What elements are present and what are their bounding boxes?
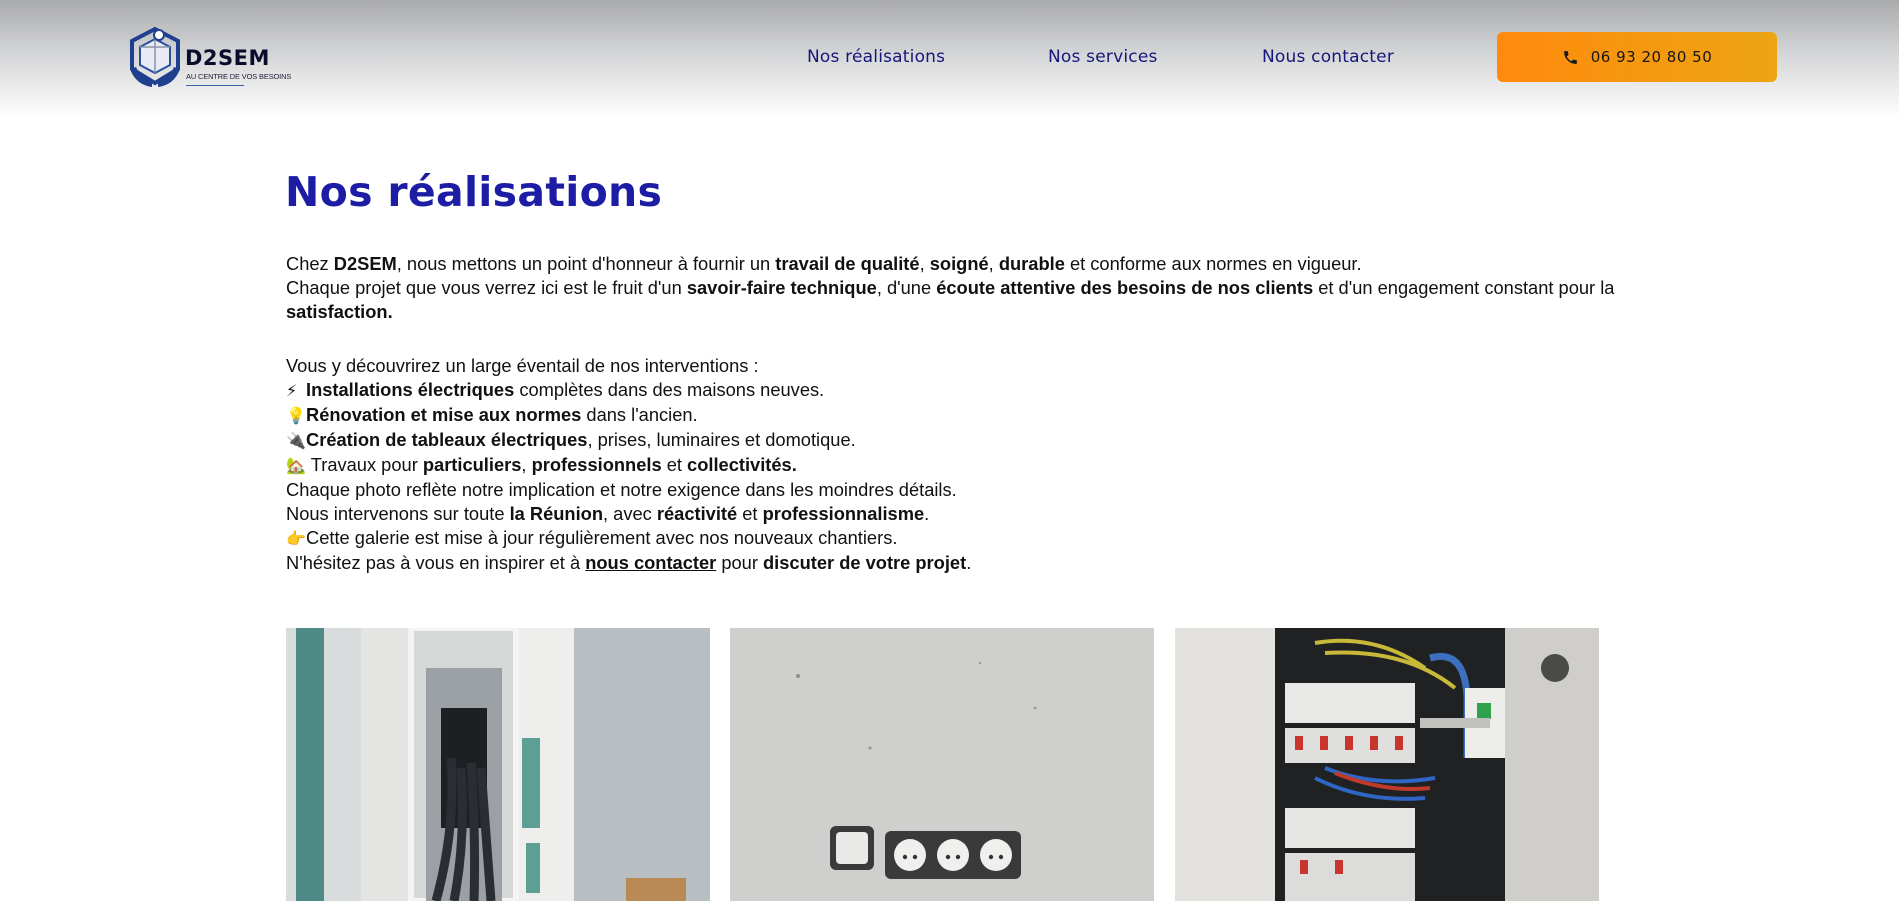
list-item: 🔌Création de tableaux électriques, prise…	[286, 428, 1626, 453]
phone-cta-button[interactable]: 06 93 20 80 50	[1497, 32, 1777, 82]
brand-logo[interactable]: D2SEM AU CENTRE DE VOS BESOINS	[126, 25, 296, 89]
text: ,	[988, 253, 999, 274]
photo-line: Chaque photo reflète notre implication e…	[286, 479, 957, 500]
text-bold: la Réunion	[509, 503, 604, 524]
brand-name: D2SEM	[185, 46, 270, 70]
text: Cette galerie est mise à jour régulièrem…	[306, 527, 898, 548]
contact-link[interactable]: nous contacter	[585, 552, 716, 573]
lightning-icon: ⚡	[286, 381, 298, 400]
text: pour	[716, 552, 763, 573]
text: , prises, luminaires et domotique.	[587, 429, 856, 450]
site-header: D2SEM AU CENTRE DE VOS BESOINS Nos réali…	[0, 0, 1899, 118]
intro-paragraph-1: Chez D2SEM, nous mettons un point d'honn…	[286, 252, 1626, 276]
text: et	[661, 454, 688, 475]
text: ,	[919, 253, 930, 274]
text: et conforme aux normes en vigueur.	[1064, 253, 1362, 274]
light-bulb-icon: 💡	[286, 406, 306, 425]
list-intro: Vous y découvrirez un large éventail de …	[286, 355, 759, 376]
text: .	[966, 552, 972, 573]
text: , avec	[603, 503, 657, 524]
nav-link-services[interactable]: Nos services	[1048, 45, 1158, 69]
closing-line: N'hésitez pas à vous en inspirer et à no…	[286, 551, 1626, 575]
text-bold: écoute attentive des besoins de nos clie…	[936, 277, 1314, 298]
text-bold: discuter de votre projet	[763, 552, 967, 573]
wall-sockets-image	[730, 628, 1154, 901]
list-item: 🏡 Travaux pour particuliers, professionn…	[286, 453, 1626, 478]
breaker-panel-image	[1175, 628, 1599, 901]
text-bold: travail de qualité	[775, 253, 920, 274]
brand-tagline: AU CENTRE DE VOS BESOINS	[186, 72, 292, 81]
gallery-update-line: 👉Cette galerie est mise à jour régulière…	[286, 526, 1626, 551]
page-title: Nos réalisations	[285, 168, 663, 216]
pointing-hand-icon: 👉	[286, 529, 306, 548]
text-bold: Installations électriques	[306, 379, 515, 400]
text-bold: collectivités.	[687, 454, 797, 475]
text-bold: professionnels	[531, 454, 662, 475]
intro-text: Chez D2SEM, nous mettons un point d'honn…	[286, 252, 1626, 575]
intro-paragraph-2: Chaque projet que vous verrez ici est le…	[286, 276, 1626, 324]
phone-icon	[1563, 50, 1577, 64]
text: ,	[521, 454, 532, 475]
text-bold: D2SEM	[333, 253, 397, 274]
text-bold: réactivité	[656, 503, 738, 524]
text: et d'un engagement constant pour la	[1313, 277, 1615, 298]
plug-icon: 🔌	[286, 431, 306, 450]
nav-link-contact[interactable]: Nous contacter	[1262, 45, 1394, 69]
text: Nous intervenons sur toute	[286, 503, 510, 524]
panel-in-wall-image	[286, 628, 710, 901]
text: complètes dans des maisons neuves.	[514, 379, 825, 400]
text-bold: particuliers	[422, 454, 522, 475]
house-icon: 🏡	[286, 456, 306, 475]
gallery-photo-breaker-panel[interactable]	[1175, 628, 1599, 901]
text: Chaque projet que vous verrez ici est le…	[286, 277, 687, 298]
text: et	[737, 503, 763, 524]
text-bold: savoir-faire technique	[686, 277, 877, 298]
text: dans l'ancien.	[581, 404, 698, 425]
text: Chez	[286, 253, 334, 274]
text: , d'une	[876, 277, 937, 298]
text: Travaux pour	[306, 454, 423, 475]
reunion-line: Nous intervenons sur toute la Réunion, a…	[286, 502, 1626, 526]
logo-mark-icon	[130, 26, 180, 87]
phone-number: 06 93 20 80 50	[1590, 48, 1713, 66]
nav-link-realisations[interactable]: Nos réalisations	[807, 45, 945, 69]
list-item: 💡Rénovation et mise aux normes dans l'an…	[286, 403, 1626, 428]
gallery-photo-panel-install[interactable]	[286, 628, 710, 901]
text-bold: soigné	[929, 253, 989, 274]
logo-underline	[186, 85, 244, 86]
gallery-photo-sockets[interactable]	[730, 628, 1154, 901]
list-item: ⚡ Installations électriques complètes dan…	[286, 378, 1626, 403]
text-bold: Création de tableaux électriques	[306, 429, 588, 450]
text: N'hésitez pas à vous en inspirer et à	[286, 552, 586, 573]
text-bold: satisfaction.	[286, 301, 393, 322]
text-bold: professionnalisme	[762, 503, 925, 524]
text: .	[924, 503, 930, 524]
text: , nous mettons un point d'honneur à four…	[396, 253, 776, 274]
text-bold: Rénovation et mise aux normes	[306, 404, 582, 425]
text-bold: durable	[998, 253, 1065, 274]
